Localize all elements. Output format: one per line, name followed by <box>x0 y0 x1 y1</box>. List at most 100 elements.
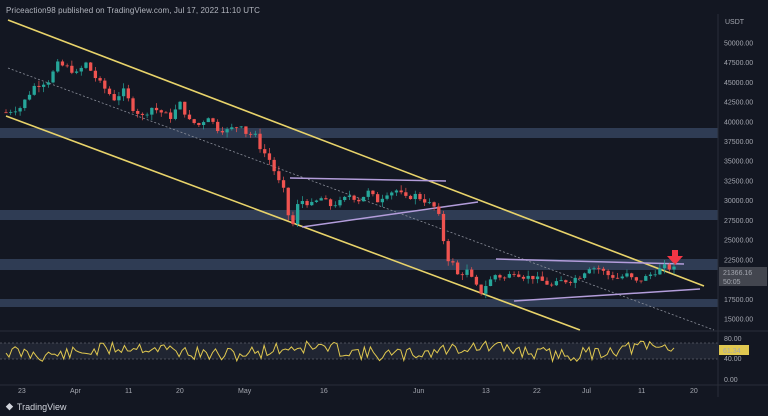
time-tick-label: 20 <box>176 388 184 395</box>
time-tick-label: May <box>238 388 252 395</box>
candle-body <box>517 274 521 277</box>
candle-body <box>60 61 65 66</box>
candle-body <box>93 70 98 79</box>
candle-body <box>13 111 18 113</box>
candle-body <box>263 149 267 154</box>
price-tick-label: 32500.00 <box>724 178 753 185</box>
candle-body <box>206 118 210 123</box>
candle-body <box>648 274 653 277</box>
candle-body <box>216 121 220 132</box>
time-tick-label: 11 <box>125 388 132 395</box>
candle-body <box>550 284 554 286</box>
candle-body <box>9 112 13 113</box>
candle-body <box>423 199 427 203</box>
price-tick-label: 15000.00 <box>724 317 753 324</box>
candle-body <box>338 200 342 206</box>
candle-body <box>498 275 502 278</box>
candle-body <box>324 198 328 200</box>
candle-body <box>653 274 657 276</box>
candle-body <box>493 275 497 280</box>
candle-body <box>314 200 319 202</box>
candle-body <box>380 198 384 203</box>
candle-body <box>310 201 314 206</box>
candle-body <box>164 112 168 114</box>
price-tick-label: 35000.00 <box>724 159 753 166</box>
candle-body <box>545 280 549 285</box>
candle-body <box>615 277 620 279</box>
candle-body <box>413 193 417 200</box>
candle-body <box>234 127 239 129</box>
candle-body <box>390 192 394 196</box>
candle-body <box>150 107 154 115</box>
candle-body <box>507 274 511 278</box>
candle-body <box>484 286 488 294</box>
candle-body <box>291 215 295 225</box>
candle-body <box>211 118 215 122</box>
candle-body <box>173 109 177 119</box>
oscillator-tick-80: 80.00 <box>724 336 742 343</box>
candle-body <box>347 195 352 197</box>
candle-body <box>46 82 50 85</box>
candle-body <box>267 153 272 160</box>
candle-body <box>488 279 493 287</box>
candle-body <box>540 276 544 281</box>
candle-body <box>662 264 667 269</box>
candle-body <box>131 98 135 111</box>
candle-body <box>559 280 563 282</box>
price-tick-label: 50000.00 <box>724 40 753 47</box>
price-tick-label: 22500.00 <box>724 257 753 264</box>
candle-body <box>658 268 662 275</box>
candle-body <box>277 171 281 181</box>
candle-body <box>70 65 74 73</box>
candle-body <box>357 199 361 202</box>
candle-body <box>606 270 610 276</box>
price-tick-label: 40000.00 <box>724 119 753 126</box>
brand-label: TradingView <box>16 401 67 412</box>
candle-body <box>578 277 582 279</box>
time-tick-label: 20 <box>690 388 698 395</box>
channel-midline <box>7 67 715 331</box>
candle-body <box>98 78 102 81</box>
candle-body <box>601 268 606 271</box>
candle-body <box>587 269 591 274</box>
time-axis: 23 Apr 11 20 May 16 Jun 13 22 Jul 11 20 <box>18 388 698 395</box>
candle-body <box>305 201 309 206</box>
candle-body <box>248 133 253 135</box>
candle-body <box>592 268 596 270</box>
candle-body <box>408 195 413 200</box>
price-tick-label: 25000.00 <box>724 238 753 245</box>
candle-body <box>634 277 639 281</box>
candle-body <box>375 194 380 203</box>
candle-body <box>84 62 88 68</box>
candle-body <box>535 276 540 280</box>
support-zone-18k <box>0 299 718 307</box>
time-tick-label: 22 <box>533 388 541 395</box>
candle-body <box>272 159 276 172</box>
candle-body <box>117 96 121 101</box>
candle-body <box>79 67 83 72</box>
candle-body <box>23 99 27 109</box>
price-tick-label: 30000.00 <box>724 198 753 205</box>
candle-body <box>300 201 305 205</box>
candle-body <box>474 276 479 285</box>
candle-body <box>404 192 408 196</box>
tradingview-logo[interactable]: ◆ TradingView <box>6 401 66 412</box>
price-tick-label: 45000.00 <box>724 80 753 87</box>
candle-body <box>4 112 8 114</box>
candle-body <box>470 269 474 277</box>
candle-body <box>220 131 225 133</box>
axis-currency-label: USDT <box>725 19 745 26</box>
time-tick-label: 16 <box>320 388 328 395</box>
candle-body <box>446 241 450 262</box>
oscillator-tick-0: 0.00 <box>724 377 738 384</box>
candle-body <box>630 273 634 278</box>
price-chart[interactable]: USDT 50000.00 47500.00 45000.00 42500.00 400… <box>0 0 768 416</box>
candle-body <box>145 114 149 116</box>
candle-body <box>361 196 366 202</box>
candle-body <box>371 190 375 195</box>
price-tick-label: 27500.00 <box>724 218 753 225</box>
candle-body <box>597 268 601 270</box>
candle-body <box>239 126 243 128</box>
resistance-zone-38k <box>0 128 718 138</box>
candle-body <box>253 133 257 135</box>
